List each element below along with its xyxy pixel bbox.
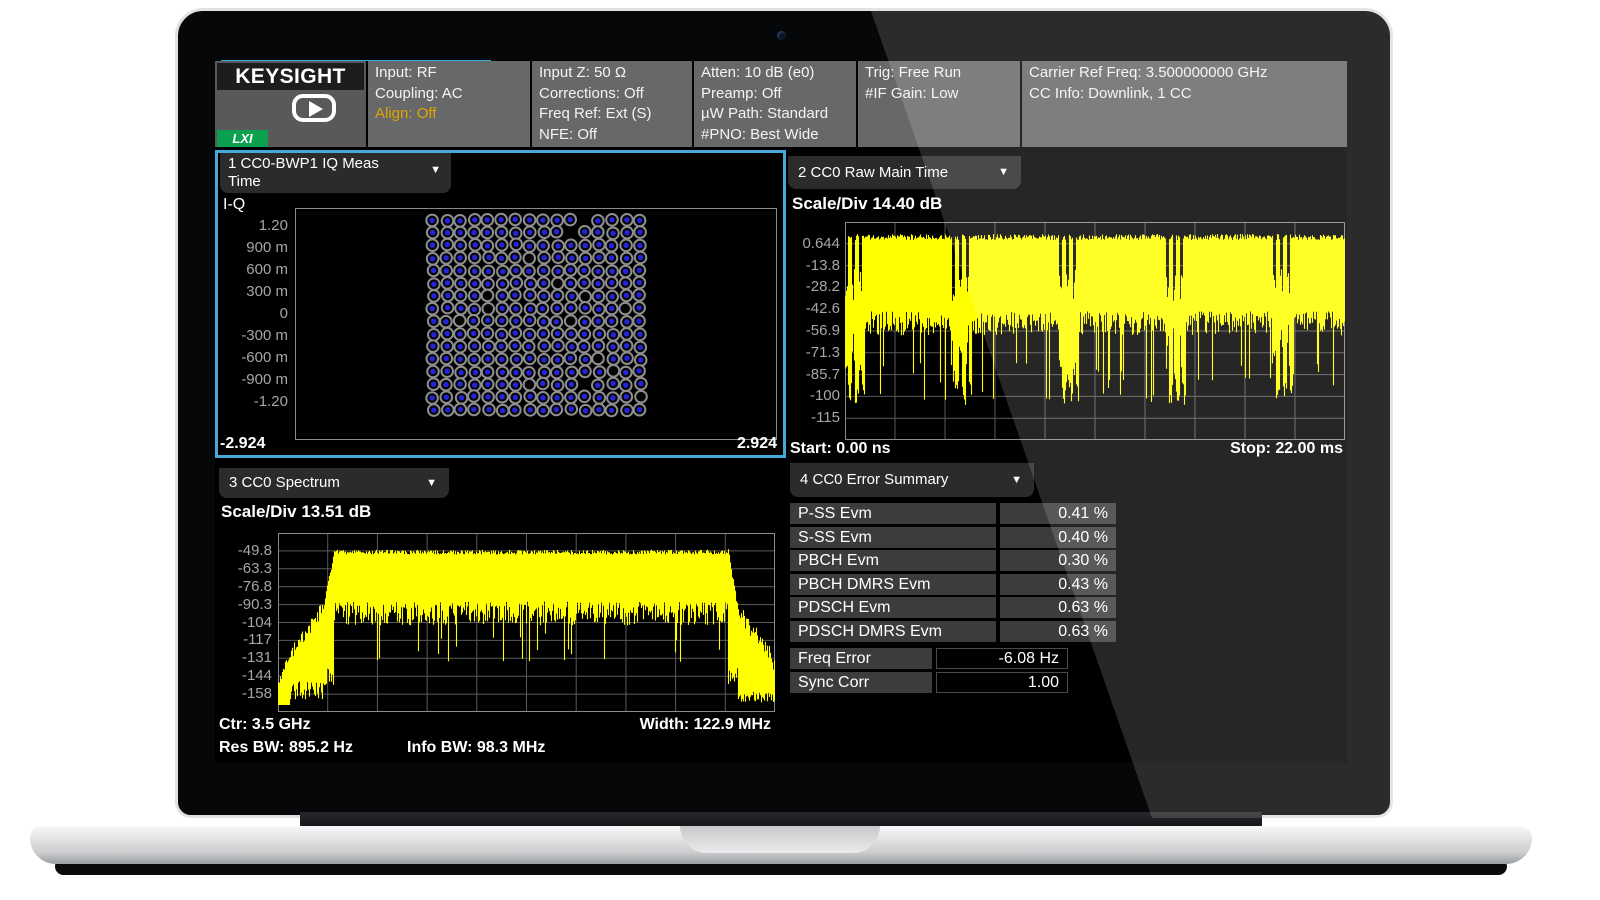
error-row-value: 0.40 %	[1000, 527, 1116, 548]
window-error-summary[interactable]: 4 CC0 Error Summary ▼ P-SS Evm0.41 %S-SS…	[786, 458, 1347, 763]
spectrum-plot[interactable]	[278, 533, 775, 712]
settings-header-bar: KEYSIGHT LXI Input: RFCoupling: ACAlign:…	[215, 61, 1347, 147]
window-3-title: 3 CC0 Spectrum	[229, 474, 340, 491]
y-tick-label: 0.644	[786, 234, 840, 254]
window-spectrum[interactable]: 3 CC0 Spectrum ▼ Scale/Div 13.51 dB Ctr:…	[215, 458, 783, 763]
header-setting-text: Align: Off	[368, 104, 530, 125]
window-2-title-dropdown[interactable]: 2 CC0 Raw Main Time ▼	[788, 156, 1021, 189]
spectrum-width-label: Width: 122.9 MHz	[640, 716, 771, 734]
laptop-lid-notch	[680, 826, 880, 853]
iq-axis-label: I-Q	[223, 196, 245, 214]
header-column: Carrier Ref Freq: 3.500000000 GHzCC Info…	[1022, 61, 1347, 147]
header-setting-text: CC Info: Downlink, 1 CC	[1022, 84, 1347, 105]
window-raw-main-time[interactable]: 2 CC0 Raw Main Time ▼ Scale/Div 14.40 dB…	[786, 150, 1347, 458]
y-tick-label: -56.9	[786, 321, 840, 341]
y-tick-label: -100	[786, 386, 840, 406]
error-row-value: 0.63 %	[1000, 621, 1116, 642]
error-row-label: PDSCH Evm	[790, 597, 996, 618]
dropdown-arrow-icon[interactable]: ▼	[430, 161, 441, 179]
y-tick-label: -900 m	[218, 370, 288, 390]
y-tick-label: -42.6	[786, 299, 840, 319]
lxi-badge: LXI	[217, 130, 268, 147]
error-row-value: 1.00	[936, 672, 1068, 693]
header-setting-text: Freq Ref: Ext (S)	[532, 104, 692, 125]
error-row-label: Freq Error	[790, 648, 932, 669]
dropdown-arrow-icon[interactable]: ▼	[998, 156, 1009, 189]
webcam-icon	[777, 31, 786, 40]
header-column: Atten: 10 dB (e0)Preamp: OffµW Path: Sta…	[694, 61, 856, 147]
error-row-value: 0.30 %	[1000, 550, 1116, 571]
y-tick-label: 300 m	[218, 282, 288, 302]
y-tick-label: 900 m	[218, 238, 288, 258]
window-2-title: 2 CC0 Raw Main Time	[798, 164, 948, 181]
error-row-label: PBCH Evm	[790, 550, 996, 571]
header-setting-text: Preamp: Off	[694, 84, 856, 105]
error-row-value: 0.43 %	[1000, 574, 1116, 595]
dropdown-arrow-icon[interactable]: ▼	[1011, 463, 1022, 497]
y-tick-label: -158	[215, 684, 272, 704]
header-setting-text: #IF Gain: Low	[858, 84, 1020, 105]
header-setting-text: Input Z: 50 Ω	[532, 63, 692, 84]
window-1-title-dropdown[interactable]: 1 CC0-BWP1 IQ Meas Time ▼	[220, 153, 451, 193]
iq-x-max-label: 2.924	[737, 435, 777, 453]
y-tick-label: -300 m	[218, 326, 288, 346]
raw-start-label: Start: 0.00 ns	[790, 440, 890, 458]
error-row-value: 0.63 %	[1000, 597, 1116, 618]
header-column: Input: RFCoupling: ACAlign: Off	[368, 61, 530, 147]
y-tick-label: 1.20	[218, 216, 288, 236]
raw-stop-label: Stop: 22.00 ms	[1230, 440, 1343, 458]
y-tick-label: -1.20	[218, 392, 288, 412]
page: KEYSIGHT LXI Input: RFCoupling: ACAlign:…	[0, 0, 1600, 900]
header-setting-text: #PNO: Best Wide	[694, 125, 856, 146]
y-tick-label: 600 m	[218, 260, 288, 280]
y-tick-label: -71.3	[786, 343, 840, 363]
header-setting-text: Atten: 10 dB (e0)	[694, 63, 856, 84]
analyzer-screen: KEYSIGHT LXI Input: RFCoupling: ACAlign:…	[215, 60, 1347, 763]
error-row-label: Sync Corr	[790, 672, 932, 693]
iq-x-min-label: -2.924	[220, 435, 265, 453]
y-tick-label: -600 m	[218, 348, 288, 368]
window-4-title-dropdown[interactable]: 4 CC0 Error Summary ▼	[790, 463, 1034, 497]
keysight-logo: KEYSIGHT	[217, 63, 364, 90]
window-1-title-line2: Time	[228, 173, 443, 191]
window-4-title: 4 CC0 Error Summary	[800, 471, 948, 488]
error-row-value: -6.08 Hz	[936, 648, 1068, 669]
header-setting-text: NFE: Off	[532, 125, 692, 146]
error-row-label: PBCH DMRS Evm	[790, 574, 996, 595]
raw-scale-per-div: Scale/Div 14.40 dB	[792, 194, 942, 214]
y-tick-label: 0	[218, 304, 288, 324]
header-setting-text: Corrections: Off	[532, 84, 692, 105]
header-logo-column: KEYSIGHT LXI	[215, 61, 366, 147]
error-row-label: PDSCH DMRS Evm	[790, 621, 996, 642]
header-setting-text: Trig: Free Run	[858, 63, 1020, 84]
dropdown-arrow-icon[interactable]: ▼	[426, 468, 437, 498]
window-iq-meas-time[interactable]: 1 CC0-BWP1 IQ Meas Time ▼ I-Q -2.924 2.9…	[215, 150, 786, 458]
screen-annotation-icon	[291, 93, 337, 125]
header-column: Trig: Free Run#IF Gain: Low	[858, 61, 1020, 147]
header-column: Input Z: 50 ΩCorrections: OffFreq Ref: E…	[532, 61, 692, 147]
window-1-title-line1: 1 CC0-BWP1 IQ Meas	[228, 155, 443, 173]
y-tick-label: -13.8	[786, 256, 840, 276]
y-tick-label: -85.7	[786, 365, 840, 385]
spectrum-resbw-label: Res BW: 895.2 Hz	[219, 739, 353, 757]
raw-time-plot[interactable]	[845, 222, 1345, 440]
error-row-label: P-SS Evm	[790, 503, 996, 524]
spectrum-infobw-label: Info BW: 98.3 MHz	[407, 739, 545, 757]
iq-constellation-plot[interactable]	[295, 208, 777, 440]
y-tick-label: -115	[786, 408, 840, 428]
error-row-label: S-SS Evm	[790, 527, 996, 548]
window-3-title-dropdown[interactable]: 3 CC0 Spectrum ▼	[219, 468, 449, 498]
header-setting-text: µW Path: Standard	[694, 104, 856, 125]
spectrum-center-label: Ctr: 3.5 GHz	[219, 716, 311, 734]
error-row-value: 0.41 %	[1000, 503, 1116, 524]
spectrum-scale-per-div: Scale/Div 13.51 dB	[221, 502, 371, 522]
header-setting-text: Input: RF	[368, 63, 530, 84]
y-tick-label: -28.2	[786, 277, 840, 297]
header-setting-text: Carrier Ref Freq: 3.500000000 GHz	[1022, 63, 1347, 84]
header-setting-text: Coupling: AC	[368, 84, 530, 105]
